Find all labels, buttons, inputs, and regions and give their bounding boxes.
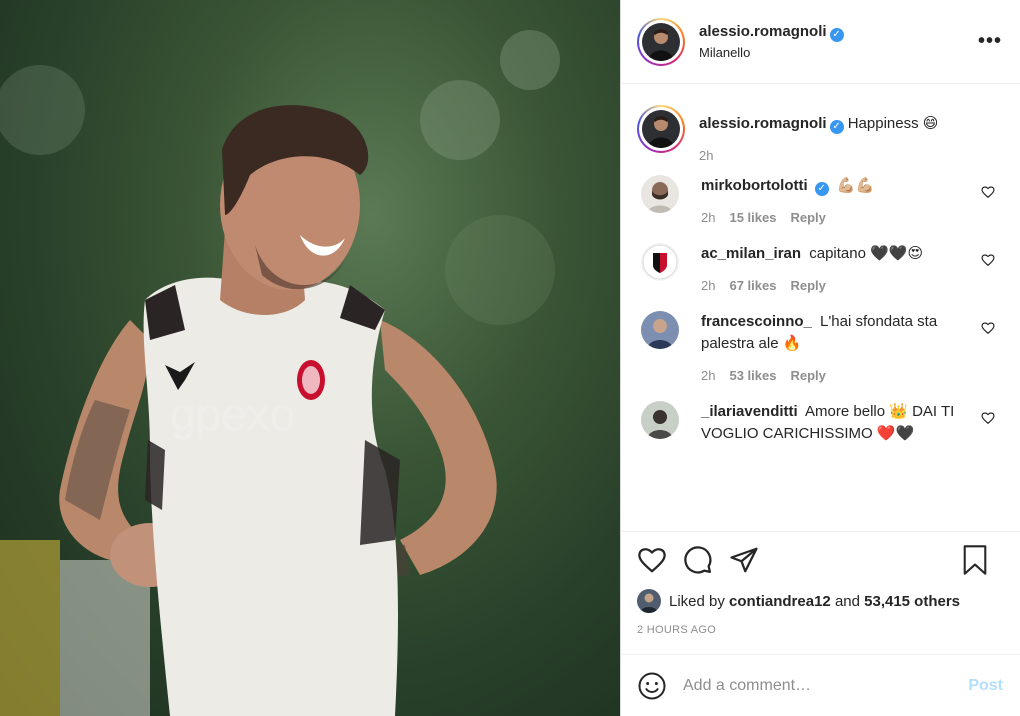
comments-section[interactable]: alessio.romagnoli ✓ Happiness 😄 2h mirkob… [621, 85, 1020, 530]
post-photo[interactable]: gpexo [0, 0, 620, 716]
like-heart-icon[interactable] [637, 545, 667, 575]
caption: alessio.romagnoli ✓ Happiness 😄 2h [637, 105, 1005, 163]
liker-avatar[interactable] [637, 589, 661, 613]
share-paper-plane-icon[interactable] [729, 545, 759, 575]
comment-item: _ilariavenditti Amore bello 👑 DAI TI VOG… [637, 401, 1005, 445]
like-comment-heart-icon[interactable] [981, 321, 995, 335]
like-comment-heart-icon[interactable] [981, 185, 995, 199]
liker-username[interactable]: contiandrea12 [729, 593, 831, 610]
liked-by-label: Liked by [669, 592, 725, 610]
watermark: gpexo [170, 388, 295, 440]
post-comment-button[interactable]: Post [968, 677, 1003, 695]
add-comment-bar: Post [621, 654, 1020, 716]
comment-username[interactable]: francescoinno_ [701, 313, 812, 330]
comment-item: ac_milan_iran capitano 🖤🖤😍 2h 67 likes Rep… [637, 243, 1005, 297]
comment-bubble-icon[interactable] [683, 545, 713, 575]
reply-button[interactable]: Reply [790, 278, 825, 293]
comment-avatar[interactable] [641, 175, 679, 213]
comment-avatar[interactable] [641, 243, 679, 281]
post-actions: Liked by contiandrea12 and 53,415 others… [621, 531, 1020, 651]
reply-button[interactable]: Reply [790, 368, 825, 383]
caption-username[interactable]: alessio.romagnoli [699, 115, 827, 132]
caption-time[interactable]: 2h [699, 148, 713, 163]
comment-avatar[interactable] [641, 311, 679, 349]
avatar [642, 22, 680, 61]
location-link[interactable]: Milanello [699, 45, 844, 60]
caption-text: Happiness 😄 [847, 115, 939, 132]
header-username[interactable]: alessio.romagnoli [699, 23, 827, 40]
comment-username[interactable]: _ilariavenditti [701, 403, 798, 420]
comment-text: capitano 🖤🖤😍 [809, 245, 924, 262]
comment-item: mirkobortolotti ✓ 💪🏼💪🏼 2h 15 likes Reply [637, 175, 1005, 229]
verified-badge-icon: ✓ [814, 182, 829, 196]
comment-likes[interactable]: 15 likes [729, 210, 776, 225]
likes-and-label: and [834, 592, 860, 610]
comment-time[interactable]: 2h [701, 368, 715, 383]
post-sidebar: alessio.romagnoli ✓ Milanello ••• alessio… [620, 0, 1020, 716]
like-comment-heart-icon[interactable] [981, 411, 995, 425]
comment-text: 💪🏼💪🏼 [836, 177, 875, 194]
player-illustration: gpexo [0, 30, 560, 716]
caption-story-ring[interactable] [637, 105, 685, 153]
comment-username[interactable]: ac_milan_iran [701, 245, 801, 262]
more-options-button[interactable]: ••• [978, 30, 1002, 53]
like-comment-heart-icon[interactable] [981, 253, 995, 267]
comment-time[interactable]: 2h [701, 278, 715, 293]
story-ring[interactable] [637, 17, 685, 66]
comment-item: francescoinno_ L'hai sfondata sta palest… [637, 311, 1005, 387]
post-header: alessio.romagnoli ✓ Milanello ••• [621, 0, 1020, 84]
avatar [642, 110, 680, 148]
post-timestamp[interactable]: 2 HOURS AGO [637, 624, 1005, 636]
save-bookmark-icon[interactable] [961, 544, 989, 581]
verified-badge-icon: ✓ [829, 28, 844, 42]
emoji-icon[interactable] [637, 671, 667, 701]
comment-input[interactable] [683, 676, 969, 695]
comment-likes[interactable]: 53 likes [729, 368, 776, 383]
comment-avatar[interactable] [641, 401, 679, 439]
likes-count[interactable]: 53,415 others [864, 593, 960, 610]
reply-button[interactable]: Reply [790, 210, 825, 225]
likes-summary: Liked by contiandrea12 and 53,415 others [637, 588, 1005, 614]
verified-badge-icon: ✓ [829, 120, 844, 134]
comment-likes[interactable]: 67 likes [729, 278, 776, 293]
comment-time[interactable]: 2h [701, 210, 715, 225]
comment-username[interactable]: mirkobortolotti [701, 177, 808, 194]
